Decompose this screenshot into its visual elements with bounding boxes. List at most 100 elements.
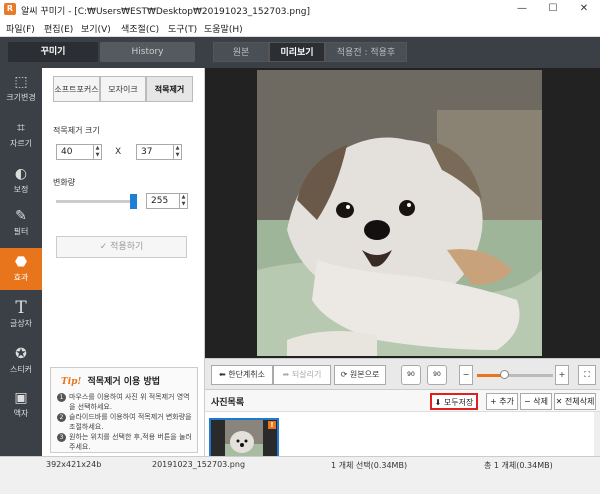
tip-number: 1 (57, 393, 66, 402)
redeye-height-value: 37 (141, 147, 153, 157)
tab-decorate[interactable]: 꾸미기 (8, 42, 98, 62)
redeye-size-label: 적목제거 크기 (53, 126, 100, 135)
tip-text: 마우스를 이용하여 사진 위 적목제거 영역을 선택하세요. (69, 393, 190, 411)
redeye-width-value: 40 (61, 147, 73, 157)
tool-label: 필터 (13, 227, 29, 236)
spinner-arrows-icon[interactable]: ▲ ▼ (173, 145, 181, 159)
amount-slider-thumb[interactable] (130, 194, 137, 209)
view-tabs: 원본 미리보기 적용전 : 적용후 (205, 37, 600, 68)
zoom-out-button[interactable]: − (459, 365, 473, 385)
subtab-soft-focus[interactable]: 소프트포커스 (53, 76, 100, 102)
remove-all-button[interactable]: ✕ 전체삭제 (554, 393, 596, 410)
filter-icon: ✎ (15, 208, 27, 224)
tool-label: 효과 (13, 273, 29, 282)
tool-filter[interactable]: ✎ 필터 (0, 202, 42, 244)
tip-item: 2 슬라이드바를 이용하여 적목제거 변화량을 조절하세요. (57, 412, 197, 432)
tab-history[interactable]: History (100, 42, 195, 62)
tool-frame[interactable]: ▣ 액자 (0, 384, 42, 426)
redeye-height-input[interactable]: 37 ▲ ▼ (136, 144, 182, 160)
tip-number: 2 (57, 413, 66, 422)
text-icon: T (15, 298, 27, 318)
sticker-icon: ✪ (15, 346, 27, 362)
redeye-width-input[interactable]: 40 ▲ ▼ (56, 144, 102, 160)
menu-bar: 파일(F) 편집(E) 보기(V) 색조절(C) 도구(T) 도움말(H) (0, 19, 600, 37)
subtab-red-eye[interactable]: 적목제거 (146, 76, 193, 102)
amount-input[interactable]: 255 ▲ ▼ (146, 193, 188, 209)
resize-icon: ⬚ (14, 74, 28, 90)
minimize-button[interactable]: — (507, 0, 537, 19)
zoom-in-button[interactable]: + (555, 365, 569, 385)
tool-label: 글상자 (9, 319, 33, 328)
tip-title: Tip! 적목제거 이용 방법 (61, 374, 160, 387)
status-dimensions: 392x421x24b (46, 460, 102, 469)
image-controls: ⬅ 한단계취소 ➦ 되살리기 ⟳ 원본으로 90 90 − + ⛶ (205, 358, 600, 390)
modified-badge: ! (268, 421, 276, 429)
tip-item: 3 원하는 위치를 선택한 후,적용 버튼을 눌러주세요. (57, 432, 197, 452)
title-bar: R 알씨 꾸미기 - [C:₩Users₩EST₩Desktop₩2019102… (0, 0, 600, 19)
tool-textbox[interactable]: T 글상자 (0, 294, 42, 336)
photo-list-scrollbar[interactable] (594, 412, 600, 456)
dog-photo[interactable] (257, 70, 542, 356)
frame-icon: ▣ (14, 390, 28, 406)
adjust-icon: ◐ (14, 166, 28, 182)
save-all-button[interactable]: ⬇ 모두저장 (430, 393, 478, 410)
amount-label: 변화량 (53, 178, 76, 187)
window-title: 알씨 꾸미기 - [C:₩Users₩EST₩Desktop₩20191023_… (21, 7, 311, 17)
tool-effect[interactable]: ⬣ 효과 (0, 248, 42, 290)
rotate-left-icon: 90 (407, 371, 415, 378)
tip-text: 슬라이드바를 이용하여 적목제거 변화량을 조절하세요. (69, 413, 192, 431)
tip-badge: Tip! (61, 377, 82, 387)
status-bar: 392x421x24b 20191023_152703.png 1 개체 선택(… (0, 456, 600, 494)
redo-button[interactable]: ➦ 되살리기 (273, 365, 331, 385)
fit-to-window-button[interactable]: ⛶ (578, 365, 596, 385)
tool-crop[interactable]: ⌗ 자르기 (0, 114, 42, 156)
add-button[interactable]: + 추가 (486, 393, 518, 410)
photo-list: ! (205, 412, 600, 467)
status-total: 총 1 개체(0.34MB) (484, 461, 553, 470)
tool-label: 액자 (13, 409, 29, 418)
subtab-mosaic[interactable]: 모자이크 (100, 76, 146, 102)
restore-original-button[interactable]: ⟳ 원본으로 (334, 365, 386, 385)
menu-color[interactable]: 색조절(C) (121, 22, 159, 35)
photo-list-title: 사진목록 (211, 398, 245, 408)
tool-label: 크기변경 (6, 93, 36, 102)
rotate-right-icon: 90 (433, 371, 441, 378)
amount-value: 255 (151, 196, 169, 206)
tool-label: 스티커 (9, 365, 33, 374)
spinner-arrows-icon[interactable]: ▲ ▼ (93, 145, 101, 159)
spinner-arrows-icon[interactable]: ▲ ▼ (179, 194, 187, 208)
menu-tools[interactable]: 도구(T) (168, 22, 197, 35)
tool-resize[interactable]: ⬚ 크기변경 (0, 68, 42, 110)
amount-slider-track[interactable] (56, 200, 136, 203)
mode-tabs: 꾸미기 History (0, 37, 205, 68)
close-button[interactable]: ✕ (569, 0, 599, 19)
app-icon: R (4, 3, 16, 15)
rotate-right-button[interactable]: 90 (427, 365, 447, 385)
photo-list-header: 사진목록 ⬇ 모두저장 + 추가 − 삭제 ✕ 전체삭제 (205, 390, 600, 412)
tip-text: 원하는 위치를 선택한 후,적용 버튼을 눌러주세요. (69, 433, 192, 451)
tab-preview[interactable]: 미리보기 (269, 42, 325, 62)
image-canvas[interactable] (205, 68, 600, 358)
fit-icon: ⛶ (584, 370, 590, 379)
tip-number: 3 (57, 433, 66, 442)
size-separator: X (115, 147, 122, 157)
menu-edit[interactable]: 편집(E) (44, 22, 73, 35)
undo-button[interactable]: ⬅ 한단계취소 (211, 365, 273, 385)
menu-help[interactable]: 도움말(H) (204, 22, 243, 35)
tab-before-after[interactable]: 적용전 : 적용후 (325, 42, 407, 62)
status-selected: 1 개체 선택(0.34MB) (331, 461, 408, 470)
tool-label: 자르기 (9, 139, 33, 148)
menu-view[interactable]: 보기(V) (81, 22, 111, 35)
rotate-left-button[interactable]: 90 (401, 365, 421, 385)
remove-button[interactable]: − 삭제 (520, 393, 552, 410)
tab-original[interactable]: 원본 (213, 42, 269, 62)
effect-icon: ⬣ (14, 254, 28, 270)
maximize-button[interactable]: ☐ (538, 0, 568, 19)
zoom-slider-thumb[interactable] (500, 370, 509, 379)
tool-sidebar: ⬚ 크기변경 ⌗ 자르기 ◐ 보정 ✎ 필터 ⬣ 효과 T 글상자 ✪ 스티커 … (0, 68, 42, 456)
menu-file[interactable]: 파일(F) (6, 22, 35, 35)
tool-sticker[interactable]: ✪ 스티커 (0, 340, 42, 382)
tool-label: 보정 (13, 185, 29, 194)
tool-adjust[interactable]: ◐ 보정 (0, 160, 42, 202)
apply-button[interactable]: ✓ 적용하기 (56, 236, 187, 258)
